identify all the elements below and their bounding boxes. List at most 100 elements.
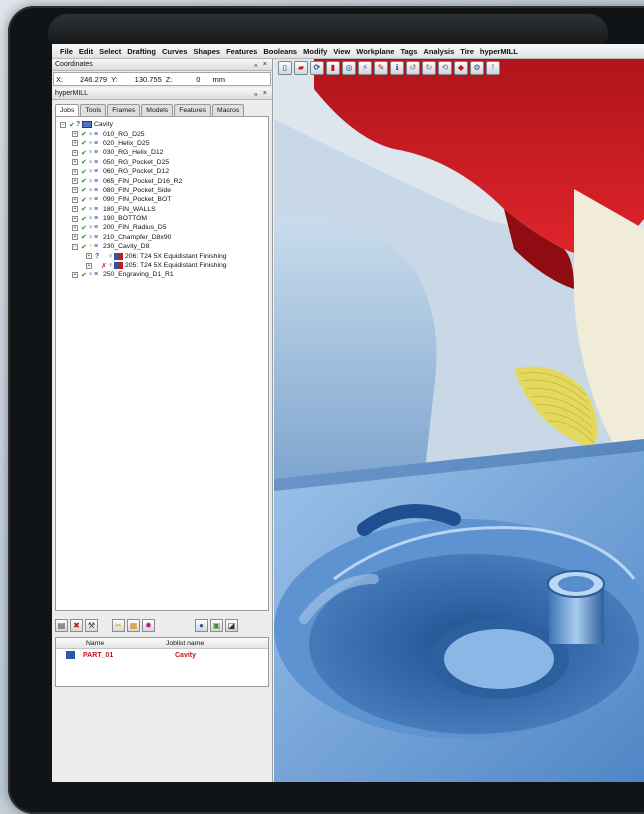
job-row[interactable]: +? ♀ 206: T24 5X Equidistant Finishing [56,251,268,260]
check-icon[interactable]: ✔ [81,186,88,194]
cut-icon[interactable]: ✂ [112,618,125,632]
image-icon[interactable]: ▣ [210,618,223,632]
menu-features[interactable]: Features [226,47,263,56]
expand-icon[interactable]: + [86,262,92,269]
sphere-icon[interactable]: ● [195,618,208,632]
new-file-icon[interactable]: ▯ [278,61,292,75]
expand-icon[interactable]: + [72,159,78,166]
tab-frames[interactable]: Frames [107,104,141,116]
job-row[interactable]: + ✔ ♀ ≡ 190_BOTTOM [56,214,268,223]
delete-icon[interactable]: ✖ [70,618,83,632]
undo-icon[interactable]: ↺ [406,61,420,75]
tab-macros[interactable]: Macros [212,104,245,116]
tools-icon[interactable]: ⚒ [85,618,98,632]
expand-icon[interactable]: + [72,206,78,213]
expand-icon[interactable]: + [72,178,78,185]
hypermill-panel-controls[interactable]: ₐ × [254,90,269,97]
menu-workplane[interactable]: Workplane [356,47,400,56]
menu-curves[interactable]: Curves [162,47,193,56]
expand-icon[interactable]: + [72,140,78,147]
menu-hypermill[interactable]: hyperMILL [480,47,524,56]
check-icon[interactable]: ✔ [81,168,88,176]
job-row[interactable]: − ✔ ♀ ≡ 230_Cavity_D8 [56,242,268,251]
tree-root[interactable]: − ✔ ? Cavity [56,120,268,129]
3d-viewport[interactable]: ▯ ▰ ⟳ ▮ ◎ ⚡ ✎ ℹ ↺ ↻ ⟲ ◆ ⚙ ! [274,59,644,782]
menu-booleans[interactable]: Booleans [263,47,303,56]
save-icon[interactable]: ▮ [326,61,340,75]
joblist-icon [82,121,92,129]
rotate-icon[interactable]: ⟲ [438,61,452,75]
job-row[interactable]: + ✔ ♀ ≡ 020_Helix_D25 [56,139,268,148]
check-icon[interactable]: ✔ [81,158,88,166]
job-row[interactable]: + ✔ ♀ ≡ 200_FIN_Radius_D5 [56,223,268,232]
expand-icon[interactable]: + [72,196,78,203]
menu-analysis[interactable]: Analysis [423,47,460,56]
job-row[interactable]: + ✔ ♀ ≡ 250_Engraving_D1_R1 [56,270,268,279]
job-row[interactable]: + ✔ ♀ ≡ 090_FIN_Pocket_BOT [56,195,268,204]
simulation-icon[interactable]: ⚡ [358,61,372,75]
col-name[interactable]: Name [56,640,166,647]
expand-icon[interactable]: + [72,149,78,156]
list-icon[interactable]: ▤ [55,618,68,632]
check-icon[interactable]: ✔ [81,215,88,223]
tab-features[interactable]: Features [174,104,212,116]
redo-icon[interactable]: ↻ [422,61,436,75]
check-icon[interactable]: ✔ [81,224,88,232]
open-icon[interactable]: ▰ [294,61,308,75]
collapse-icon[interactable]: − [60,121,66,128]
check-icon[interactable]: ✔ [81,139,88,147]
warning-icon[interactable]: ! [486,61,500,75]
collapse-icon[interactable]: − [72,243,78,250]
menu-file[interactable]: File [60,47,79,56]
check-icon[interactable]: ✔ [81,205,88,213]
gear-icon[interactable]: ✹ [142,618,155,632]
joblist-row[interactable]: PART_01 Cavity [56,649,268,661]
check-icon[interactable]: ✔ [81,233,88,241]
info-icon[interactable]: ℹ [390,61,404,75]
menu-modify[interactable]: Modify [303,47,333,56]
coordinates-panel-controls[interactable]: ₐ × [254,61,269,68]
expand-icon[interactable]: + [72,215,78,222]
tab-tools[interactable]: Tools [80,104,107,116]
job-row[interactable]: + ✔ ♀ ≡ 030_RG_Helix_D12 [56,148,268,157]
tab-jobs[interactable]: Jobs [55,104,80,116]
tool-icon[interactable]: ⚙ [470,61,484,75]
expand-icon[interactable]: + [72,224,78,231]
job-row[interactable]: + ✔ ♀ ≡ 050_RG_Pocket_D25 [56,158,268,167]
check-icon[interactable]: ✔ [81,243,88,251]
model-icon[interactable]: ◆ [454,61,468,75]
job-row[interactable]: + ✗ ♀ 205: T24 5X Equidistant Finishing [56,261,268,270]
calculate-icon[interactable]: ⟳ [310,61,324,75]
col-joblist-name[interactable]: Joblist name [166,640,204,647]
job-row[interactable]: + ✔ ♀ ≡ 010_RG_D25 [56,129,268,138]
export-icon[interactable]: ◪ [225,618,238,632]
tab-models[interactable]: Models [141,104,174,116]
menu-edit[interactable]: Edit [79,47,99,56]
expand-icon[interactable]: + [86,253,92,260]
expand-icon[interactable]: + [72,234,78,241]
expand-icon[interactable]: + [72,131,78,138]
menu-select[interactable]: Select [99,47,127,56]
menu-tire[interactable]: Tire [460,47,480,56]
job-row[interactable]: + ✔ ♀ ≡ 060_RG_Pocket_D12 [56,167,268,176]
menu-view[interactable]: View [333,47,356,56]
check-icon[interactable]: ✔ [81,177,88,185]
check-icon[interactable]: ✔ [69,121,76,129]
expand-icon[interactable]: + [72,271,78,278]
menu-shapes[interactable]: Shapes [193,47,226,56]
check-icon[interactable]: ✔ [81,271,88,279]
job-row[interactable]: + ✔ ♀ ≡ 210_Champfer_D8x90 [56,233,268,242]
folder-icon[interactable]: ▦ [127,618,140,632]
check-icon[interactable]: ✔ [81,149,88,157]
job-row[interactable]: + ✔ ♀ ≡ 080_FIN_Pocket_Side [56,186,268,195]
check-icon[interactable]: ✔ [81,196,88,204]
menu-drafting[interactable]: Drafting [127,47,162,56]
job-row[interactable]: + ✔ ♀ ≡ 180_FIN_WALLS [56,205,268,214]
expand-icon[interactable]: + [72,187,78,194]
job-row[interactable]: + ✔ ♀ ≡ 065_FIN_Pocket_D16_R2 [56,176,268,185]
check-icon[interactable]: ✔ [81,130,88,138]
expand-icon[interactable]: + [72,168,78,175]
edit-icon[interactable]: ✎ [374,61,388,75]
menu-tags[interactable]: Tags [400,47,423,56]
stock-icon[interactable]: ◎ [342,61,356,75]
